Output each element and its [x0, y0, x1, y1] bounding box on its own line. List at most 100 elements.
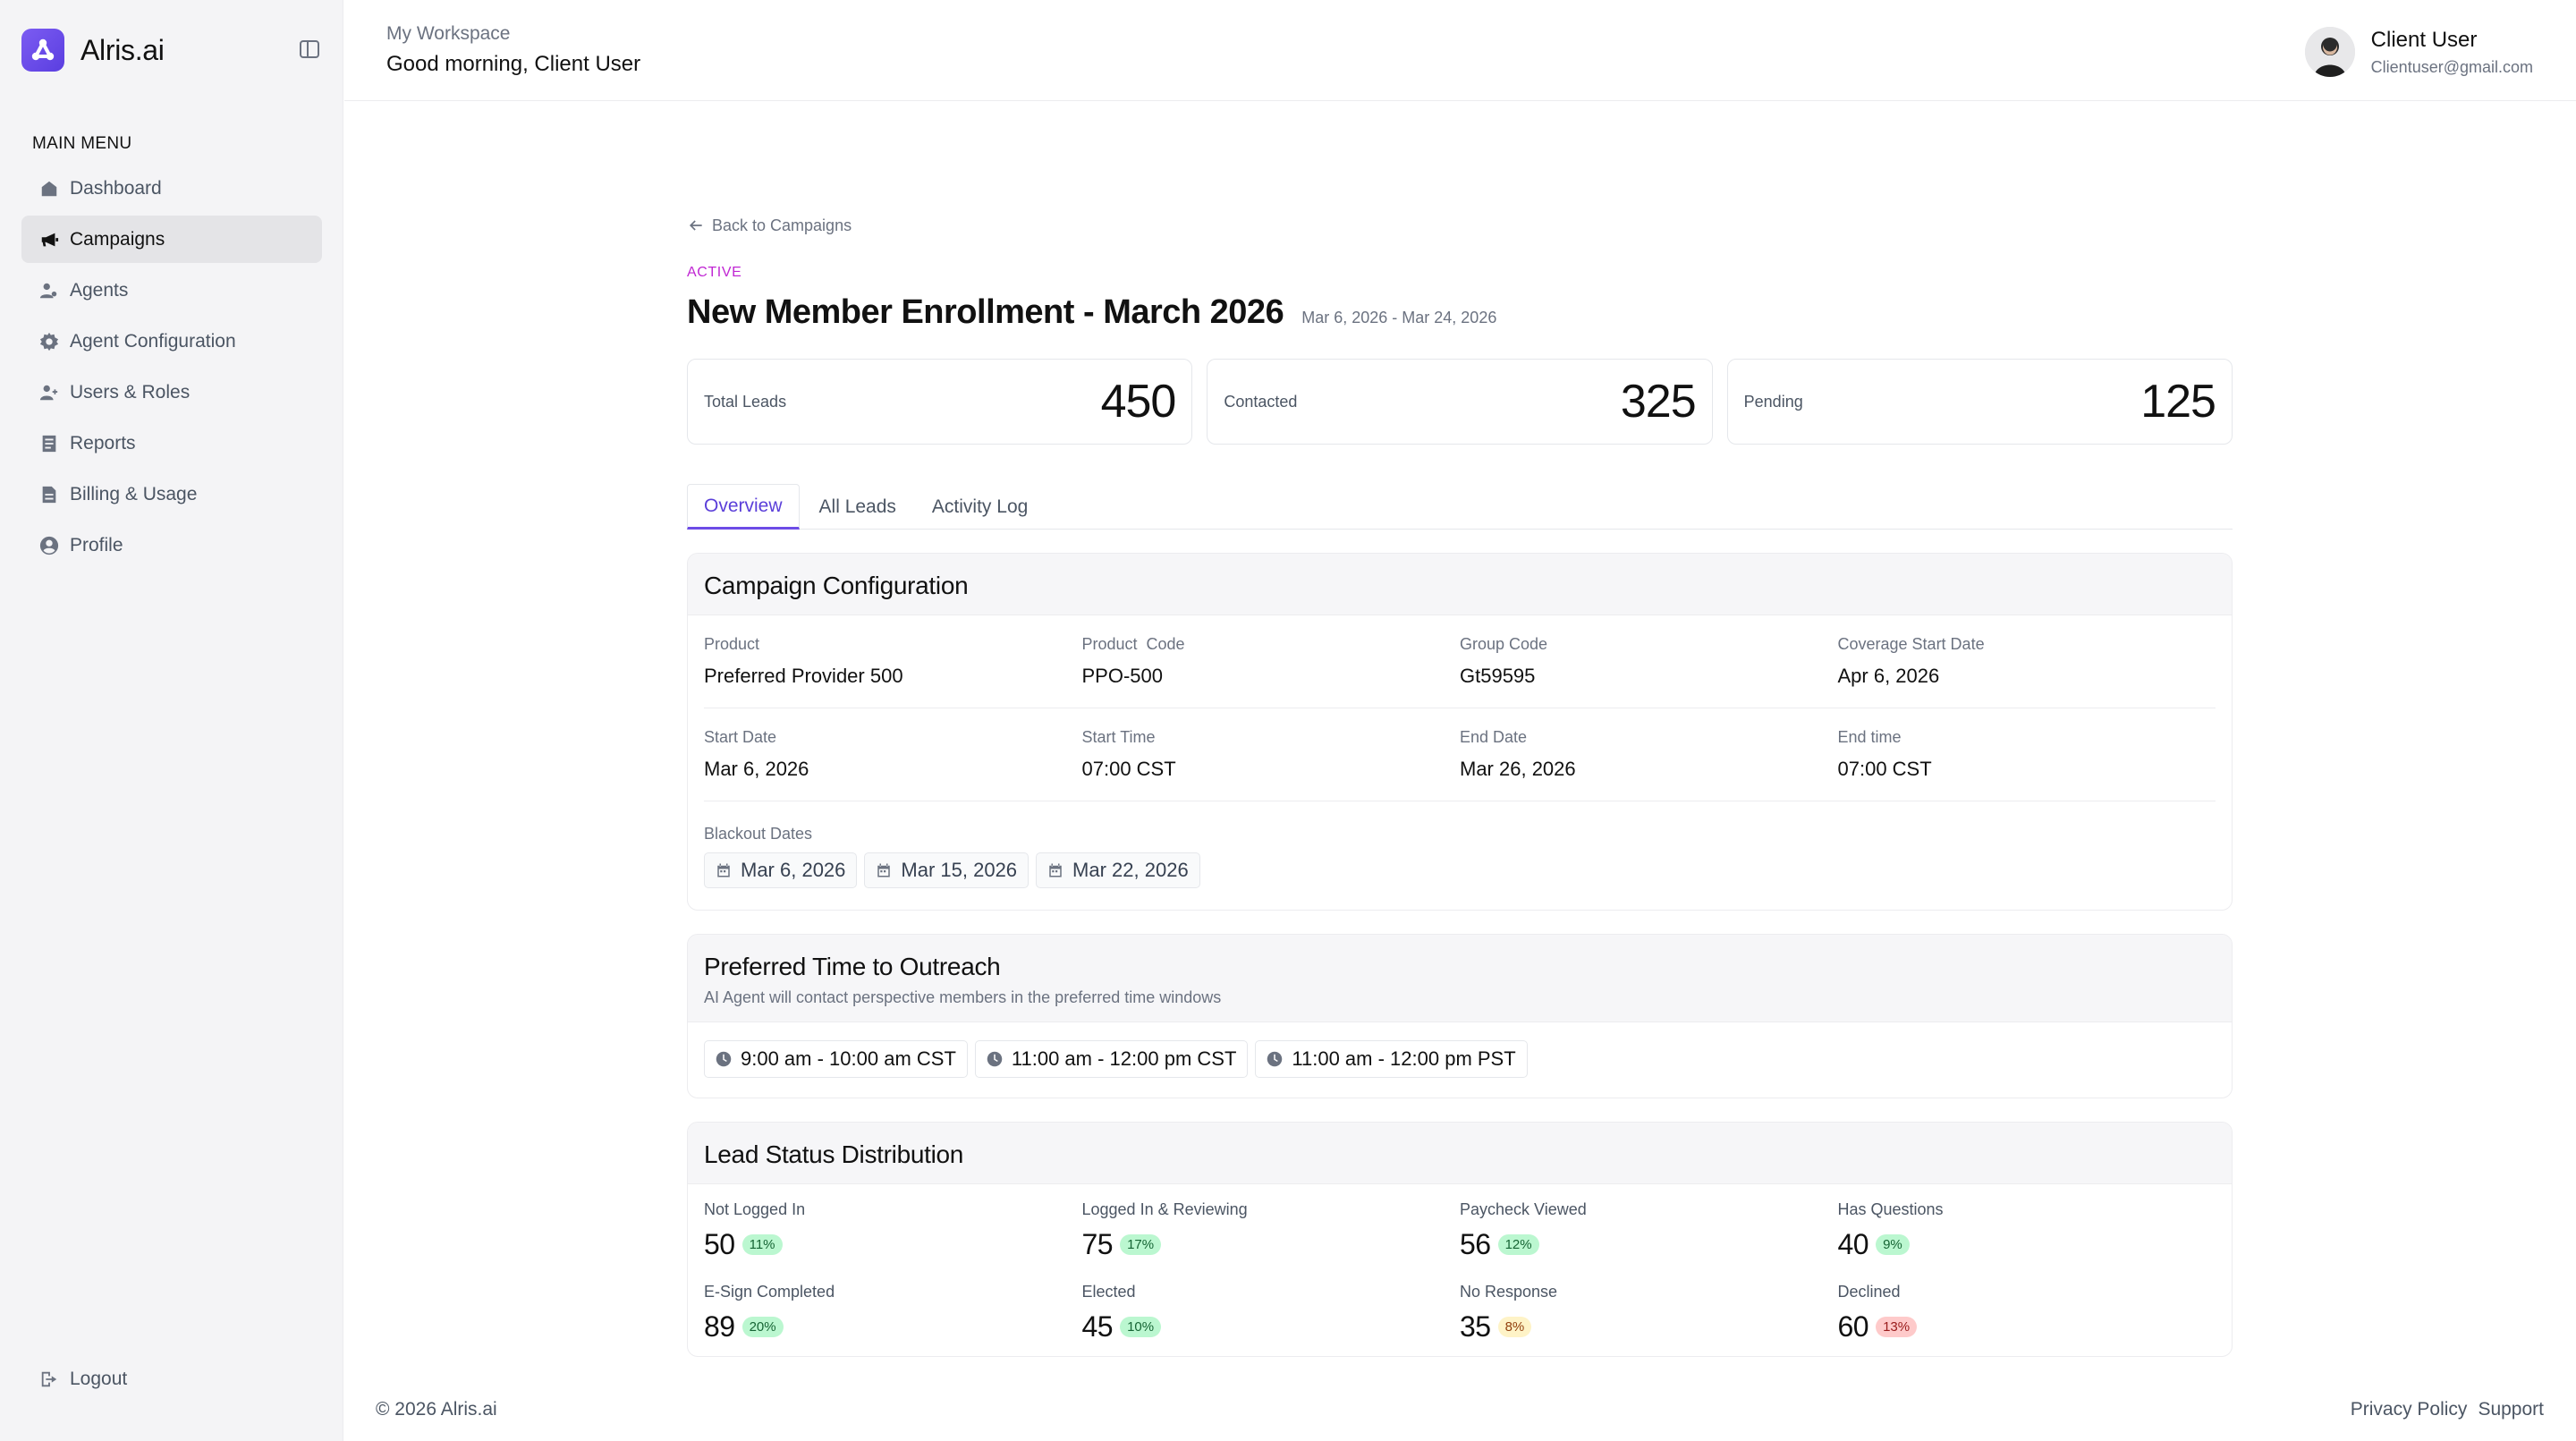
config-field-product: Product Preferred Provider 500 — [704, 635, 1082, 688]
logout-button[interactable]: Logout — [39, 1369, 127, 1390]
brand-name: Alris.ai — [80, 33, 165, 66]
sidebar-item-label: Users & Roles — [70, 381, 191, 403]
campaign-detail: Back to Campaigns ACTIVE New Member Enro… — [687, 215, 2233, 1357]
chip-label: Mar 6, 2026 — [741, 859, 846, 881]
workspace-label: My Workspace — [386, 23, 511, 44]
config-row: Product Preferred Provider 500 Product C… — [704, 615, 2216, 708]
sidebar-toggle-icon[interactable] — [300, 40, 319, 58]
status-paycheck-viewed: Paycheck Viewed 56 12% — [1460, 1200, 1838, 1261]
sidebar-item-label: Campaigns — [70, 228, 165, 250]
field-label: End time — [1837, 728, 1902, 746]
card-title: Preferred Time to Outreach — [704, 953, 1001, 980]
config-field-coverage-start-date: Coverage Start Date Apr 6, 2026 — [1838, 635, 2216, 688]
tab-overview[interactable]: Overview — [687, 484, 800, 530]
field-value: Apr 6, 2026 — [1837, 665, 1940, 687]
card-title: Lead Status Distribution — [704, 1140, 964, 1168]
preferred-outreach-card: Preferred Time to Outreach AI Agent will… — [687, 934, 2233, 1098]
status-count: 56 — [1460, 1228, 1491, 1260]
chip-label: Mar 22, 2026 — [1072, 859, 1189, 881]
chip-label: Mar 15, 2026 — [901, 859, 1018, 881]
status-logged-in-reviewing: Logged In & Reviewing 75 17% — [1082, 1200, 1461, 1261]
megaphone-icon — [39, 230, 59, 250]
card-header: Lead Status Distribution — [688, 1123, 2232, 1184]
arrow-left-icon — [689, 220, 702, 231]
status-label: Logged In & Reviewing — [1081, 1200, 1248, 1218]
config-field-product-code: Product Code PPO-500 — [1082, 635, 1461, 688]
sidebar-item-label: Reports — [70, 432, 136, 453]
main-menu: Dashboard Campaigns Agents Agent Configu… — [21, 165, 322, 572]
brand[interactable]: Alris.ai — [21, 29, 165, 72]
field-label: End Date — [1460, 728, 1528, 746]
stat-value: 325 — [1620, 376, 1697, 428]
field-label: Coverage Start Date — [1837, 635, 1985, 653]
sidebar-item-reports[interactable]: Reports — [21, 420, 322, 467]
privacy-policy-link[interactable]: Privacy Policy — [2351, 1399, 2468, 1420]
time-slot-chip: 11:00 am - 12:00 pm CST — [974, 1040, 1249, 1078]
field-label: Start Time — [1081, 728, 1156, 746]
menu-title: MAIN MENU — [32, 134, 132, 153]
field-label: Product Code — [1081, 635, 1185, 653]
sidebar-item-label: Profile — [70, 534, 123, 555]
sidebar-item-agent-configuration[interactable]: Agent Configuration — [21, 318, 322, 365]
config-field-group-code: Group Code Gt59595 — [1460, 635, 1838, 688]
calendar-icon — [877, 863, 891, 877]
blackout-date-chip: Mar 6, 2026 — [704, 852, 858, 888]
field-label: Blackout Dates — [704, 825, 813, 843]
stat-pending: Pending 125 — [1726, 359, 2233, 445]
back-to-campaigns-link[interactable]: Back to Campaigns — [687, 215, 2233, 236]
card-header: Preferred Time to Outreach AI Agent will… — [688, 935, 2232, 1022]
status-percent-badge: 10% — [1120, 1317, 1162, 1337]
field-value: Gt59595 — [1460, 665, 1536, 687]
blackout-dates: Blackout Dates Mar 6, 2026 Mar 15, 2026 … — [704, 801, 2216, 910]
time-slot-list: 9:00 am - 10:00 am CST 11:00 am - 12:00 … — [704, 1022, 2216, 1098]
calendar-icon — [1049, 863, 1062, 877]
copyright: © 2026 Alris.ai — [376, 1399, 497, 1420]
gear-icon — [39, 332, 59, 352]
sidebar-item-agents[interactable]: Agents — [21, 267, 322, 314]
field-value: 07:00 CST — [1081, 758, 1176, 780]
field-label: Start Date — [704, 728, 777, 746]
sidebar-item-profile[interactable]: Profile — [21, 521, 322, 569]
status-not-logged-in: Not Logged In 50 11% — [704, 1200, 1082, 1261]
support-link[interactable]: Support — [2478, 1399, 2544, 1420]
status-percent-badge: 8% — [1497, 1317, 1532, 1337]
user-email: Clientuser@gmail.com — [2370, 57, 2533, 76]
card-title: Campaign Configuration — [704, 572, 969, 599]
status-elected: Elected 45 10% — [1082, 1283, 1461, 1344]
campaign-configuration-card: Campaign Configuration Product Preferred… — [687, 553, 2233, 911]
status-count: 89 — [704, 1310, 735, 1343]
clock-icon — [1267, 1051, 1283, 1067]
status-label: Has Questions — [1837, 1200, 1944, 1218]
sidebar-item-dashboard[interactable]: Dashboard — [21, 165, 322, 212]
sidebar-item-campaigns[interactable]: Campaigns — [21, 216, 322, 263]
config-field-start-time: Start Time 07:00 CST — [1082, 728, 1461, 781]
stat-label: Total Leads — [704, 392, 787, 411]
config-field-end-time: End time 07:00 CST — [1838, 728, 2216, 781]
status-percent-badge: 12% — [1497, 1234, 1539, 1255]
footer-links: Privacy Policy Support — [2351, 1399, 2544, 1420]
calendar-icon — [717, 863, 730, 877]
logout-label: Logout — [70, 1369, 128, 1389]
status-label: Declined — [1837, 1283, 1901, 1301]
tab-activity-log[interactable]: Activity Log — [916, 484, 1044, 530]
status-count: 45 — [1081, 1310, 1114, 1343]
sidebar-item-users-roles[interactable]: Users & Roles — [21, 369, 322, 416]
blackout-chip-list: Mar 6, 2026 Mar 15, 2026 Mar 22, 2026 — [704, 852, 2216, 888]
clock-icon — [716, 1051, 732, 1067]
sidebar-item-billing-usage[interactable]: Billing & Usage — [21, 470, 322, 518]
status-percent-badge: 9% — [1876, 1234, 1910, 1255]
home-icon — [39, 179, 59, 199]
card-header: Campaign Configuration — [688, 554, 2232, 615]
tab-bar: Overview All Leads Activity Log — [687, 484, 2233, 530]
clock-icon — [987, 1051, 1003, 1067]
distribution-grid: Not Logged In 50 11% Logged In & Reviewin… — [704, 1184, 2216, 1356]
slot-label: 11:00 am - 12:00 pm PST — [1292, 1047, 1516, 1070]
user-menu[interactable]: Client User Clientuser@gmail.com — [2304, 27, 2533, 77]
blackout-date-chip: Mar 15, 2026 — [864, 852, 1030, 888]
time-slot-chip: 9:00 am - 10:00 am CST — [704, 1040, 968, 1078]
status-no-response: No Response 35 8% — [1460, 1283, 1838, 1344]
status-count: 40 — [1837, 1228, 1869, 1260]
sidebar: Alris.ai MAIN MENU Dashboard Campaigns A… — [0, 0, 343, 1441]
tab-all-leads[interactable]: All Leads — [803, 484, 912, 530]
report-icon — [39, 434, 59, 453]
